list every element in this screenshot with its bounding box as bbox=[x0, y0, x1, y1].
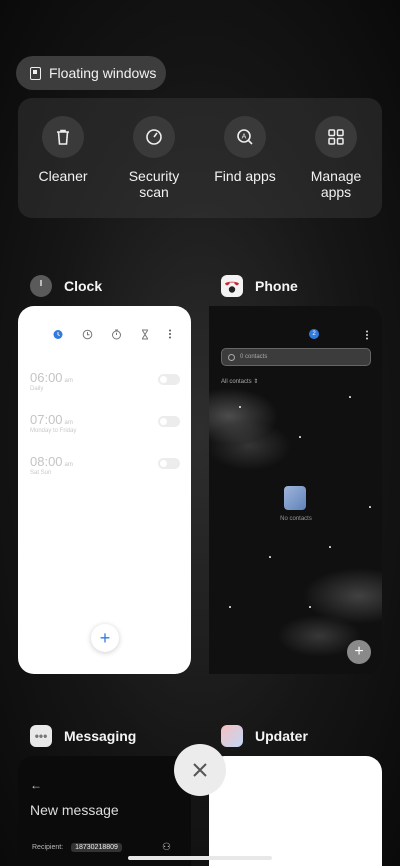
alarm-toggle[interactable] bbox=[158, 458, 180, 469]
contacts-filter-label: All contacts bbox=[221, 379, 252, 385]
app-header-phone[interactable]: Phone bbox=[221, 275, 298, 297]
alarm-tab-icon[interactable] bbox=[52, 328, 64, 340]
tool-security-scan[interactable]: Security scan bbox=[114, 116, 194, 200]
alarm-item[interactable]: 08:00 am Sat Sun bbox=[30, 454, 180, 476]
contacts-search-input[interactable]: 0 contacts bbox=[221, 348, 371, 366]
recent-app-card-updater[interactable] bbox=[209, 756, 382, 866]
message-title: New message bbox=[30, 802, 119, 818]
updater-app-icon bbox=[221, 725, 243, 747]
app-name: Updater bbox=[255, 728, 308, 744]
alarm-repeat: Sat Sun bbox=[30, 470, 52, 476]
add-alarm-button[interactable]: + bbox=[91, 624, 119, 652]
gauge-icon bbox=[133, 116, 175, 158]
tool-label: scan bbox=[139, 184, 169, 200]
add-contact-button[interactable]: + bbox=[347, 640, 371, 664]
clock-tabs bbox=[52, 328, 172, 340]
floating-window-icon bbox=[30, 66, 41, 80]
svg-text:A: A bbox=[242, 134, 247, 141]
app-header-messaging[interactable]: ••• Messaging bbox=[30, 725, 136, 747]
floating-windows-button[interactable]: Floating windows bbox=[16, 56, 166, 90]
trash-icon bbox=[42, 116, 84, 158]
floating-windows-label: Floating windows bbox=[49, 65, 157, 81]
empty-state-text: No contacts bbox=[280, 516, 312, 522]
app-header-clock[interactable]: Clock bbox=[30, 275, 102, 297]
recipient-label: Recipient: bbox=[32, 844, 64, 851]
contact-icon[interactable]: ⚇ bbox=[162, 842, 171, 853]
alarm-item[interactable]: 07:00 am Monday to Friday bbox=[30, 412, 180, 434]
recipient-field[interactable]: Recipient: 18730218809 bbox=[32, 843, 122, 852]
world-clock-tab-icon[interactable] bbox=[82, 329, 93, 340]
recent-app-card-messaging[interactable]: ← New message Recipient: 18730218809 ⚇ bbox=[18, 756, 191, 866]
more-options-icon[interactable] bbox=[365, 330, 369, 340]
alarm-toggle[interactable] bbox=[158, 374, 180, 385]
contact-placeholder-icon bbox=[284, 486, 306, 510]
contacts-filter[interactable]: All contacts ⇕ bbox=[221, 378, 258, 385]
alarm-repeat: Monday to Friday bbox=[30, 428, 77, 434]
app-search-icon: A bbox=[224, 116, 266, 158]
tool-label: apps bbox=[320, 184, 352, 200]
alarm-ampm: am bbox=[64, 462, 73, 468]
quick-tools-panel: Cleaner Security scan A Find apps Manage a… bbox=[18, 98, 382, 218]
tool-label: Cleaner bbox=[38, 168, 88, 184]
close-icon bbox=[193, 763, 207, 777]
tool-label: Find apps bbox=[214, 168, 276, 184]
tool-label: Security bbox=[128, 168, 180, 184]
timer-tab-icon[interactable] bbox=[140, 329, 150, 340]
alarm-time: 07:00 bbox=[30, 412, 63, 427]
app-name: Phone bbox=[255, 278, 298, 294]
alarm-ampm: am bbox=[64, 420, 73, 426]
tool-manage-apps[interactable]: Manage apps bbox=[296, 116, 376, 200]
tool-find-apps[interactable]: A Find apps bbox=[205, 116, 285, 184]
recipient-chip[interactable]: 18730218809 bbox=[71, 843, 122, 852]
back-arrow-icon[interactable]: ← bbox=[30, 778, 42, 792]
alarm-time: 06:00 bbox=[30, 370, 63, 385]
grid-icon bbox=[315, 116, 357, 158]
more-options-icon[interactable] bbox=[168, 329, 172, 339]
recent-app-card-clock[interactable]: 06:00 am Daily 07:00 am Monday to Friday 0… bbox=[18, 306, 191, 674]
stopwatch-tab-icon[interactable] bbox=[111, 329, 122, 340]
alarm-item[interactable]: 06:00 am Daily bbox=[30, 370, 180, 392]
recent-app-card-phone[interactable]: 2 0 contacts All contacts ⇕ No contacts … bbox=[209, 306, 382, 674]
app-header-updater[interactable]: Updater bbox=[221, 725, 308, 747]
clear-all-button[interactable] bbox=[174, 744, 226, 796]
notification-badge: 2 bbox=[309, 329, 319, 339]
tool-label: Manage bbox=[310, 168, 362, 184]
home-indicator[interactable] bbox=[128, 856, 272, 860]
clock-app-icon bbox=[30, 275, 52, 297]
alarm-repeat: Daily bbox=[30, 386, 44, 392]
alarm-ampm: am bbox=[64, 378, 73, 384]
messaging-app-icon: ••• bbox=[30, 725, 52, 747]
tool-cleaner[interactable]: Cleaner bbox=[23, 116, 103, 184]
app-name: Clock bbox=[64, 278, 103, 294]
alarm-toggle[interactable] bbox=[158, 416, 180, 427]
phone-app-icon bbox=[221, 275, 243, 297]
app-name: Messaging bbox=[64, 728, 137, 744]
alarm-time: 08:00 bbox=[30, 454, 63, 469]
